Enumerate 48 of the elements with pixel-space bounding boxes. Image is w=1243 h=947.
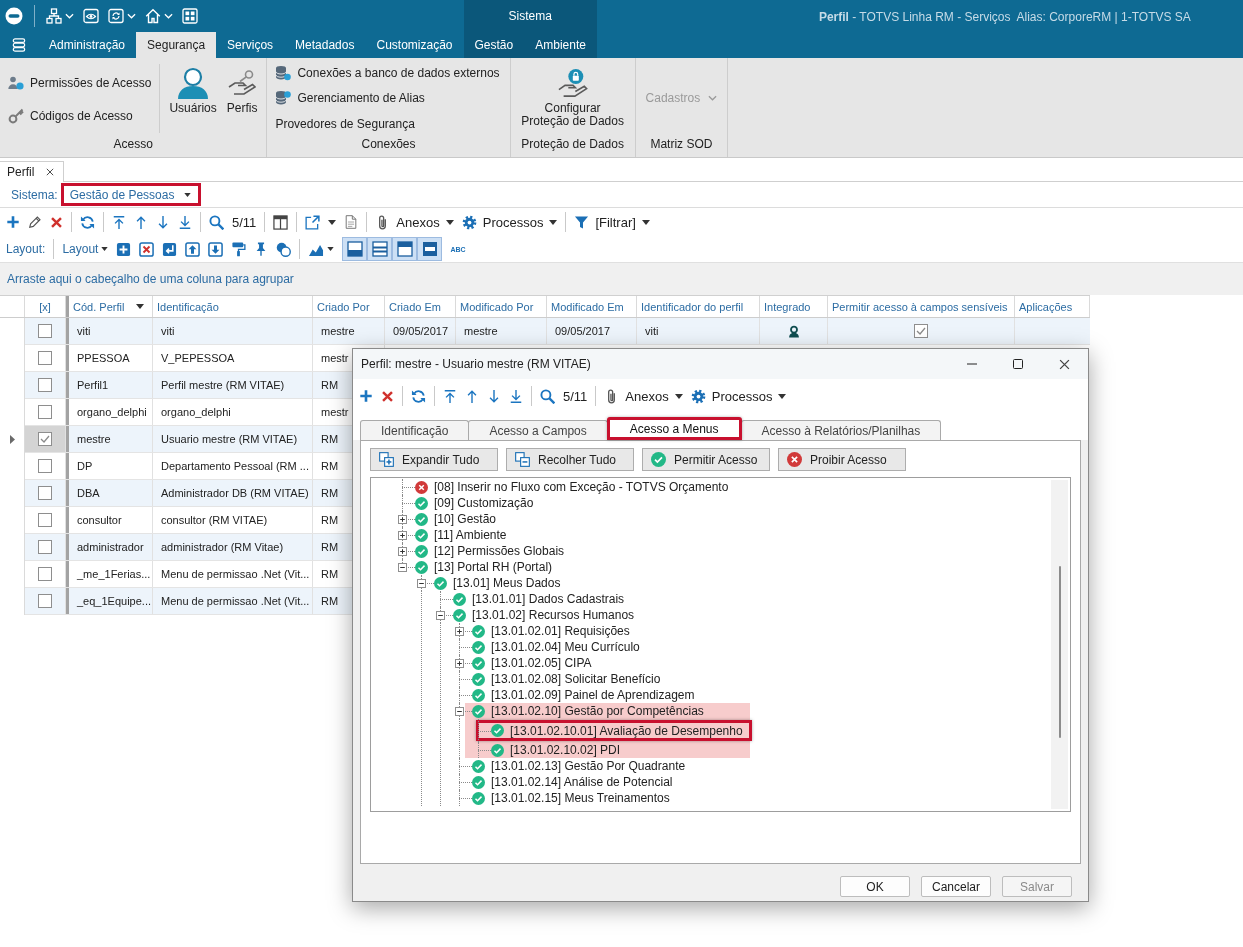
table-cell: Departamento Pessoal (RM ... (161, 460, 309, 472)
window-title: Perfil - TOTVS Linha RM - Serviços Alias: CorporeRM | 1-TOTVS SA (818, 10, 1191, 24)
table-cell: 09/05/2017 (555, 325, 611, 337)
table-cell: consultor (77, 514, 122, 526)
table-cell: viti (161, 325, 175, 337)
table-cell: mestr (321, 406, 349, 418)
layout-label: Layout: (6, 242, 46, 256)
table-cell: DP (77, 460, 93, 472)
field-label: Sistema: (11, 187, 58, 202)
table-cell: Usuario mestre (RM VITAE) (161, 433, 298, 445)
group-by-hint: Arraste aqui o cabeçalho de uma coluna para agrupar (7, 272, 294, 286)
table-cell: _eq_1Equipe... (77, 595, 151, 607)
record-position: 5/11 (563, 388, 588, 404)
table-cell: PPESSOA (77, 352, 130, 364)
table-cell: DBA (77, 487, 100, 499)
ribbon-group-label: Conexões (361, 137, 416, 151)
table-cell: organo_delphi (77, 406, 147, 418)
table-cell: RM (321, 460, 339, 472)
table-cell: Administrador DB (RM VITAE) (161, 487, 309, 499)
table-cell: mestr (321, 352, 349, 364)
table-cell: administrador (77, 541, 144, 553)
table-cell: viti (77, 325, 91, 337)
table-cell: _me_1Ferias... (77, 568, 151, 580)
table-cell: RM (321, 433, 339, 445)
context-group-label: Sistema (508, 9, 552, 23)
table-cell: RM (321, 541, 339, 553)
table-cell: Menu de permissao .Net (Vit... (161, 568, 310, 580)
ribbon-group-label: Acesso (113, 137, 153, 151)
table-cell: Perfil mestre (RM VITAE) (161, 379, 285, 391)
ribbon-group-label: Matriz SOD (650, 137, 713, 151)
record-position: 5/11 (232, 214, 257, 230)
table-cell: consultor (RM VITAE) (161, 514, 268, 526)
table-cell: RM (321, 595, 339, 607)
table-cell: V_PEPESSOA (161, 352, 235, 364)
table-cell: RM (321, 568, 339, 580)
table-cell: organo_delphi (161, 406, 231, 418)
table-cell: Menu de permissao .Net (Vit... (161, 595, 310, 607)
table-cell: 09/05/2017 (393, 325, 449, 337)
table-cell: RM (321, 514, 339, 526)
table-cell: mestre (77, 433, 111, 445)
table-cell: administrador (RM Vitae) (161, 541, 284, 553)
table-cell: mestre (321, 325, 355, 337)
table-cell: mestre (464, 325, 498, 337)
table-cell: RM (321, 487, 339, 499)
table-cell: Perfil1 (77, 379, 109, 391)
ribbon-group-label: Proteção de Dados (521, 137, 624, 151)
table-cell: viti (645, 325, 659, 337)
table-cell: RM (321, 379, 339, 391)
